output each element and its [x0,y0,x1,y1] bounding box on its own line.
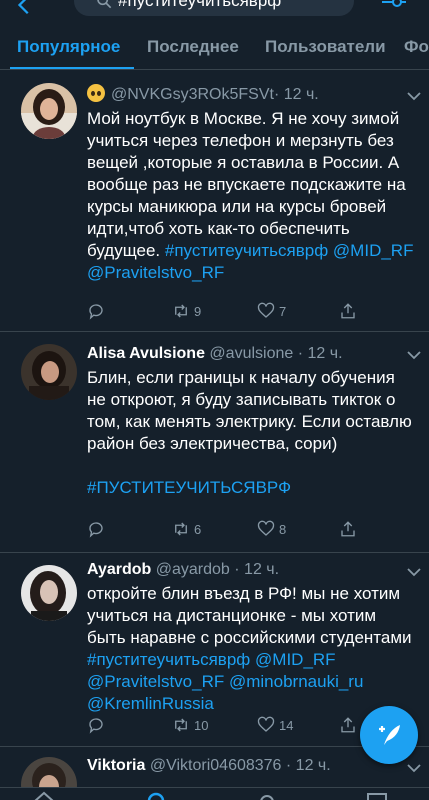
search-icon [97,0,112,9]
share-icon [341,717,355,733]
tweet-author-name[interactable]: Ayardob [87,561,151,578]
share-icon [341,303,355,319]
reply-button[interactable] [87,716,105,734]
reply-button[interactable] [87,520,105,538]
comment-icon [89,304,103,320]
tab-latest[interactable]: Последнее [147,37,239,57]
mention-link[interactable]: @Pravitelstvo_RF [87,672,224,691]
tweet-4[interactable]: Viktoria @Viktori04608376 · 12 ч. [0,747,429,800]
heart-icon [257,302,275,318]
messages-icon[interactable] [365,790,389,800]
chevron-down-icon[interactable] [407,763,421,773]
search-query[interactable]: #пуститеучитьсяврф [118,0,281,11]
like-count: 7 [279,303,287,319]
retweet-button[interactable]: 6 [172,520,201,538]
like-button[interactable]: 14 [257,716,293,734]
tweet-text: откройте блин въезд в РФ! мы не хотим уч… [87,583,417,715]
retweet-icon [175,304,187,318]
pleading-face-emoji-icon [87,84,105,102]
tweet-header: Ayardob @ayardob · 12 ч. [87,560,417,580]
retweet-button[interactable]: 10 [172,716,208,734]
like-count: 8 [279,521,287,537]
tweet-header: Viktoria @Viktori04608376 · 12 ч. [87,756,417,776]
retweet-button[interactable]: 9 [172,302,201,320]
tweet-time: · 12 ч. [285,757,331,774]
like-count: 14 [279,717,294,733]
tab-photos[interactable]: Фото [404,37,429,57]
reply-button[interactable] [87,302,105,320]
avatar[interactable] [21,83,77,139]
heart-icon [257,520,275,536]
share-button[interactable] [339,302,357,320]
tweet-text: Мой ноутбук в Москве. Я не хочу зимой уч… [87,108,417,284]
tweet-text-body: Блин, если границы к началу обучения не … [87,368,412,453]
tweet-actions: 9 7 [87,302,387,324]
tweet-time: · 12 ч. [297,345,343,362]
search-field[interactable]: #пуститеучитьсяврф [74,0,354,16]
compose-tweet-button[interactable] [360,706,418,764]
comment-icon [89,718,103,734]
chevron-down-icon[interactable] [407,350,421,360]
avatar[interactable] [21,565,77,621]
tab-people[interactable]: Пользователи [265,37,386,57]
tweet-text: Блин, если границы к началу обучения не … [87,367,417,499]
tweet-handle[interactable]: @ayardob [156,561,230,578]
mention-link[interactable]: @KremlinRussia [87,694,214,713]
hashtag-link[interactable]: #пуститеучитьсяврф [87,650,250,669]
mention-link[interactable]: @minobrnauki_ru [229,672,363,691]
compose-tweet-icon [379,725,400,745]
mention-link[interactable]: @MID_RF [255,650,336,669]
tweet-handle[interactable]: @NVKGsy3ROk5FSVt [111,86,274,103]
like-button[interactable]: 8 [257,520,286,538]
home-icon[interactable] [32,790,56,800]
avatar[interactable] [21,344,77,400]
tweet-text-body: Мой ноутбук в Москве. Я не хочу зимой уч… [87,109,406,260]
search-icon[interactable] [145,790,169,800]
tweet-text-body: откройте блин въезд в РФ! мы не хотим уч… [87,584,412,647]
sliders-icon[interactable] [381,0,407,16]
share-button[interactable] [339,520,357,538]
tweet-handle[interactable]: @Viktori04608376 [150,757,282,774]
tweet-2[interactable]: Alisa Avulsione @avulsione · 12 ч. Блин,… [0,332,429,553]
hashtag-link[interactable]: #ПУСТИТЕУЧИТЬСЯВРФ [87,477,417,499]
notifications-icon[interactable] [255,790,279,800]
share-icon [341,521,355,537]
tweet-handle[interactable]: @avulsione [209,345,293,362]
search-tabs: Популярное Последнее Пользователи Фото [0,24,429,70]
chevron-down-icon[interactable] [407,567,421,577]
tweet-header: Alisa Avulsione @avulsione · 12 ч. [87,344,417,364]
top-bar: #пуститеучитьсяврф [0,0,429,24]
tweet-header: @NVKGsy3ROk5FSVt· 12 ч. [87,84,417,105]
share-button[interactable] [339,716,357,734]
mention-link[interactable]: @MID_RF [333,241,414,260]
tweet-1[interactable]: @NVKGsy3ROk5FSVt· 12 ч. Мой ноутбук в Мо… [0,71,429,332]
active-tab-indicator [10,67,134,69]
tweet-author-name[interactable]: Alisa Avulsione [87,345,205,362]
tweet-actions: 6 8 [87,520,387,542]
tweet-time: · 12 ч. [273,86,319,103]
chevron-down-icon[interactable] [407,91,421,101]
hashtag-link[interactable]: #пуститеучитьсяврф [165,241,328,260]
retweet-count: 6 [194,521,202,537]
mention-link[interactable]: @Pravitelstvo_RF [87,263,224,282]
retweet-count: 10 [194,717,209,733]
tweet-author-name[interactable]: Viktoria [87,757,145,774]
retweet-count: 9 [194,303,202,319]
comment-icon [89,522,103,538]
retweet-icon [175,522,187,536]
chevron-left-icon[interactable] [14,0,36,16]
tweet-time: · 12 ч. [234,561,280,578]
tab-popular[interactable]: Популярное [17,37,120,57]
heart-icon [257,716,275,732]
retweet-icon [175,718,187,732]
bottom-nav [0,787,429,800]
tweet-actions: 10 14 [87,716,387,738]
like-button[interactable]: 7 [257,302,286,320]
